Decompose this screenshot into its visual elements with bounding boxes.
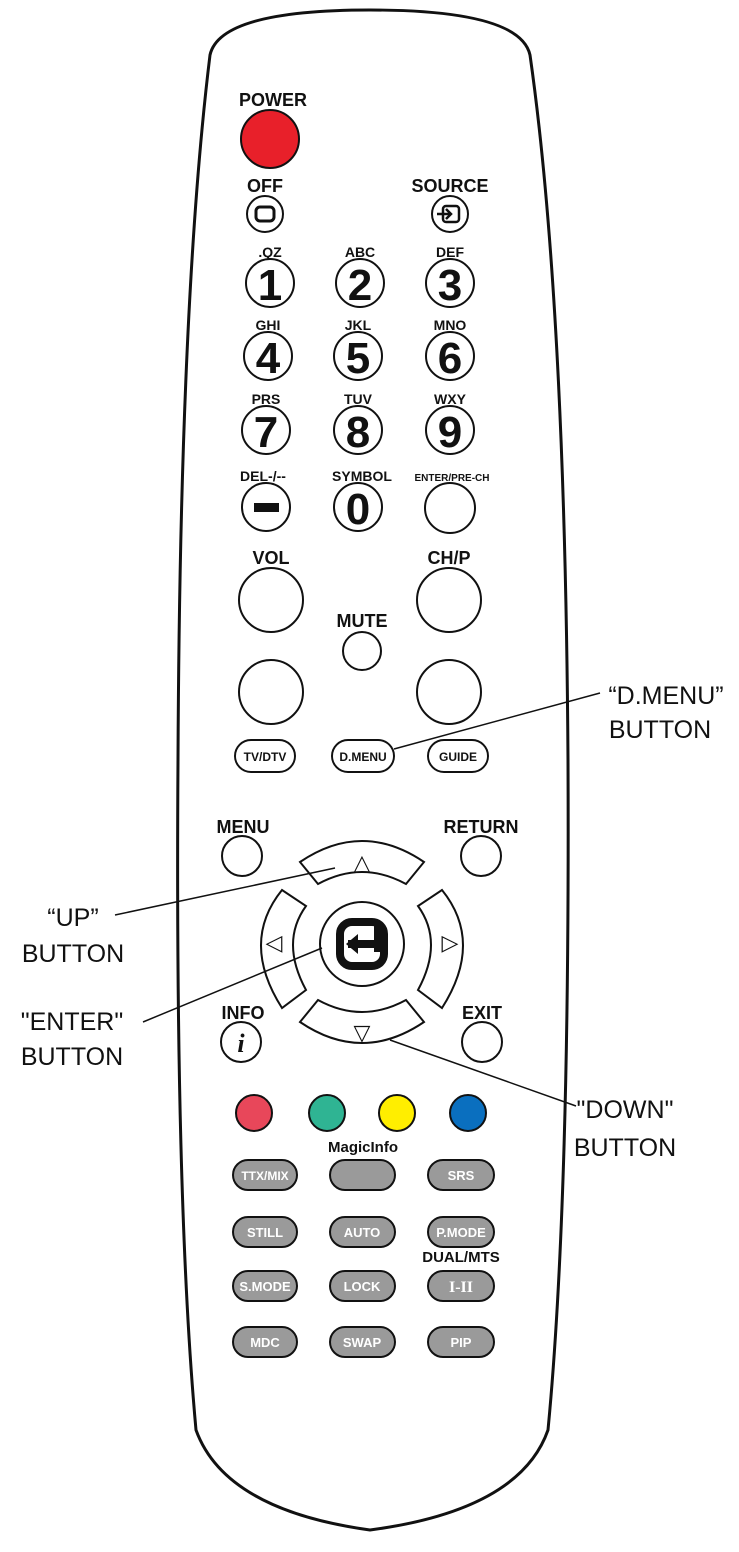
key-3-sub: DEF bbox=[436, 244, 464, 260]
mdc-text: MDC bbox=[250, 1335, 280, 1350]
vol-label: VOL bbox=[252, 548, 289, 568]
key-2-digit: 2 bbox=[348, 261, 372, 310]
auto-text: AUTO bbox=[344, 1225, 381, 1240]
tvdtv-text: TV/DTV bbox=[244, 750, 287, 764]
still-text: STILL bbox=[247, 1225, 283, 1240]
lock-text: LOCK bbox=[344, 1279, 381, 1294]
key-5-digit: 5 bbox=[346, 334, 370, 383]
key-9-digit: 9 bbox=[438, 408, 462, 457]
right-arrow-icon: ▷ bbox=[442, 930, 459, 955]
off-button[interactable] bbox=[246, 195, 284, 233]
dmenu-callout-line2: BUTTON bbox=[609, 716, 711, 744]
return-label: RETURN bbox=[444, 817, 519, 837]
ttxmix-text: TTX/MIX bbox=[241, 1169, 288, 1183]
key-0-digit: 0 bbox=[346, 485, 370, 534]
dmenu-callout-line1: “D.MENU” bbox=[608, 682, 723, 710]
i-ii-text: I-II bbox=[449, 1279, 473, 1296]
mute-label: MUTE bbox=[337, 611, 388, 631]
green-key-button[interactable] bbox=[308, 1094, 346, 1132]
return-button[interactable] bbox=[460, 835, 502, 877]
menu-button[interactable] bbox=[221, 835, 263, 877]
key-1-sub: .QZ bbox=[258, 244, 282, 260]
info-icon: i bbox=[237, 1029, 245, 1058]
off-label: OFF bbox=[247, 176, 283, 196]
enter-callout-line2: BUTTON bbox=[21, 1043, 123, 1071]
key-4-digit: 4 bbox=[256, 334, 281, 383]
srs-text: SRS bbox=[448, 1168, 475, 1183]
enter-callout-line1: "ENTER" bbox=[21, 1008, 123, 1036]
mute-button[interactable] bbox=[342, 631, 382, 671]
key-1-digit: 1 bbox=[258, 261, 282, 310]
magicinfo-label: MagicInfo bbox=[328, 1139, 398, 1156]
up-callout-line1: “UP” bbox=[47, 904, 98, 932]
key-2-sub: ABC bbox=[345, 244, 375, 260]
ch-label: CH/P bbox=[427, 548, 470, 568]
key-7-digit: 7 bbox=[254, 408, 278, 457]
key-6-digit: 6 bbox=[438, 334, 462, 383]
key-6-sub: MNO bbox=[434, 317, 467, 333]
key-3-digit: 3 bbox=[438, 261, 462, 310]
info-label: INFO bbox=[222, 1003, 265, 1023]
power-button[interactable] bbox=[240, 109, 300, 169]
red-key-button[interactable] bbox=[235, 1094, 273, 1132]
pmode-text: P.MODE bbox=[436, 1225, 486, 1240]
guide-text: GUIDE bbox=[439, 750, 477, 764]
yellow-key-button[interactable] bbox=[378, 1094, 416, 1132]
menu-label: MENU bbox=[217, 817, 270, 837]
up-callout-line2: BUTTON bbox=[22, 940, 124, 968]
key-4-sub: GHI bbox=[256, 317, 281, 333]
exit-button[interactable] bbox=[461, 1021, 503, 1063]
swap-text: SWAP bbox=[343, 1335, 382, 1350]
exit-label: EXIT bbox=[462, 1003, 502, 1023]
symbol-label: SYMBOL bbox=[332, 468, 392, 484]
channel-up-button[interactable] bbox=[416, 567, 482, 633]
key-8-digit: 8 bbox=[346, 408, 370, 457]
pip-text: PIP bbox=[451, 1335, 472, 1350]
down-callout-line1: "DOWN" bbox=[577, 1096, 674, 1124]
channel-down-button[interactable] bbox=[416, 659, 482, 725]
minus-icon bbox=[254, 503, 279, 512]
volume-up-button[interactable] bbox=[238, 567, 304, 633]
key-8-sub: TUV bbox=[344, 391, 373, 407]
volume-down-button[interactable] bbox=[238, 659, 304, 725]
smode-text: S.MODE bbox=[239, 1279, 291, 1294]
del-label: DEL-/-- bbox=[240, 468, 286, 484]
source-label: SOURCE bbox=[411, 176, 488, 196]
key-9-sub: WXY bbox=[434, 391, 467, 407]
key-5-sub: JKL bbox=[345, 317, 372, 333]
dmenu-text: D.MENU bbox=[339, 750, 386, 764]
power-label: POWER bbox=[239, 90, 307, 110]
dual-mts-label: DUAL/MTS bbox=[422, 1249, 500, 1266]
remote-control-diagram: POWER OFF SOURCE .QZ 1 ABC 2 DEF 3 GHI 4… bbox=[21, 8, 724, 1532]
left-arrow-icon: ◁ bbox=[266, 930, 283, 955]
blue-key-button[interactable] bbox=[449, 1094, 487, 1132]
down-callout-line2: BUTTON bbox=[574, 1134, 676, 1162]
key-7-sub: PRS bbox=[252, 391, 281, 407]
up-arrow-icon: △ bbox=[354, 850, 371, 875]
down-arrow-icon: ▽ bbox=[354, 1020, 371, 1045]
enter-prech-button[interactable] bbox=[424, 482, 476, 534]
magicinfo-button[interactable] bbox=[329, 1159, 396, 1191]
